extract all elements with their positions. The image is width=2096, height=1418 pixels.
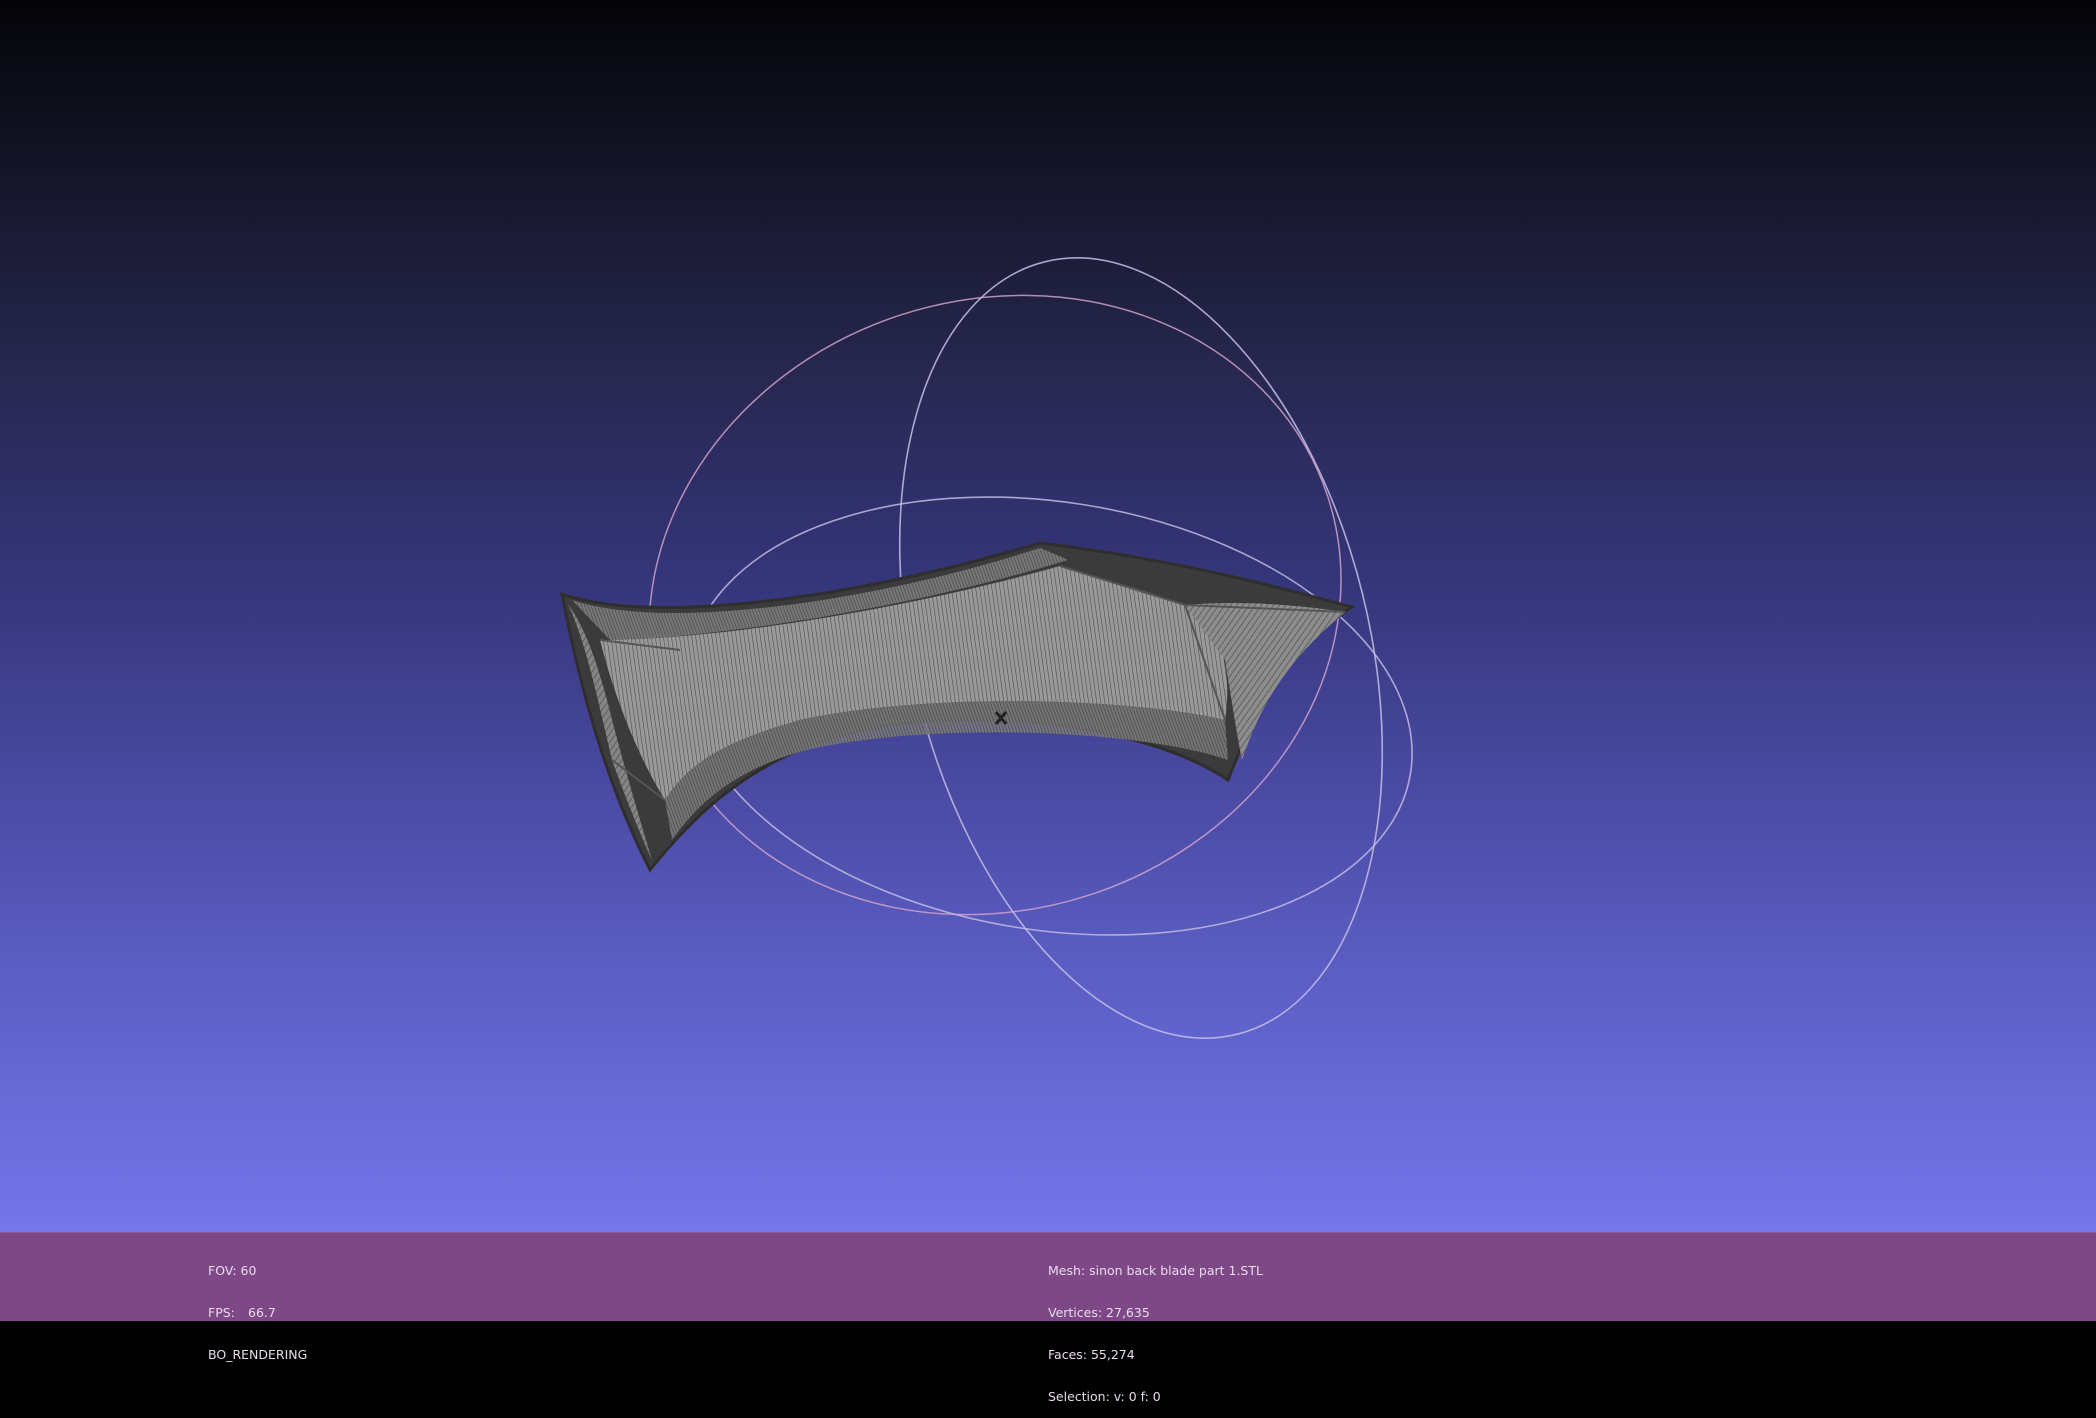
render-mode-readout: BO_RENDERING bbox=[208, 1347, 308, 1362]
fps-readout: FPS: 66.7 bbox=[208, 1306, 307, 1320]
faces-readout: Faces: 55,274 bbox=[1048, 1347, 1135, 1362]
mesh-info-panel: Mesh: sinon back blade part 1.STL Vertic… bbox=[1048, 1236, 1263, 1418]
fps-label: FPS: bbox=[208, 1305, 235, 1320]
mesh-model[interactable] bbox=[560, 541, 1356, 873]
fov-readout: FOV: 60 bbox=[208, 1263, 257, 1278]
3d-viewport[interactable] bbox=[0, 0, 2096, 1232]
selection-readout: Selection: v: 0 f: 0 bbox=[1048, 1389, 1161, 1404]
render-info-panel: FOV: 60 FPS: 66.7 BO_RENDERING bbox=[208, 1236, 307, 1376]
scene-canvas[interactable] bbox=[0, 0, 2096, 1232]
mesh-name-readout: Mesh: sinon back blade part 1.STL bbox=[1048, 1263, 1263, 1278]
vertices-readout: Vertices: 27,635 bbox=[1048, 1305, 1150, 1320]
fps-value: 66.7 bbox=[248, 1305, 276, 1320]
